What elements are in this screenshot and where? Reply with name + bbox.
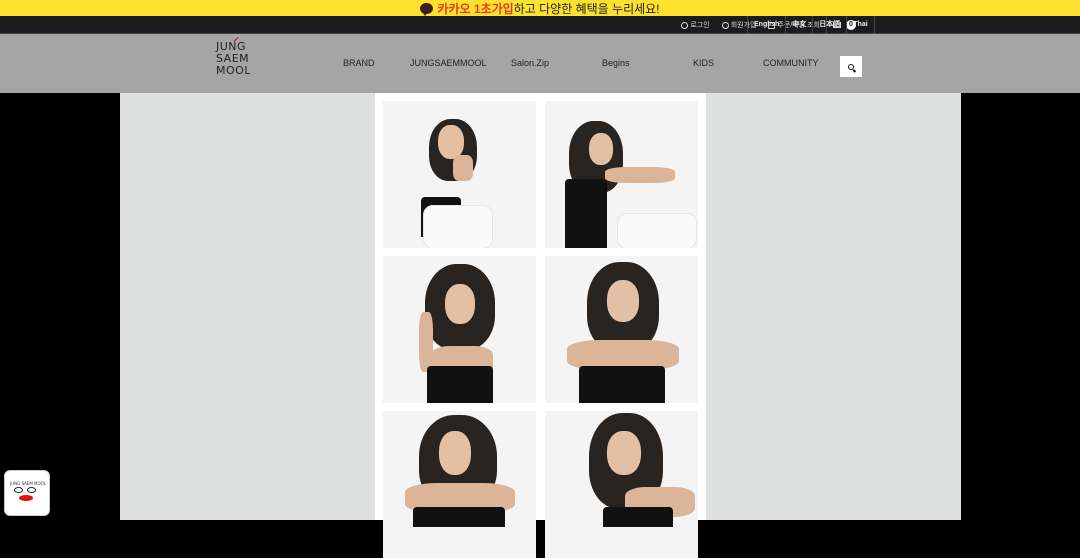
nav-salon-zip[interactable]: Salon.Zip bbox=[511, 58, 549, 68]
nav-jungsaemmool[interactable]: JUNGSAEMMOOL bbox=[410, 58, 487, 68]
power-icon bbox=[681, 21, 689, 29]
nav-begins[interactable]: Begins bbox=[602, 58, 630, 68]
gallery-photo[interactable] bbox=[383, 101, 536, 248]
kakao-chat-icon bbox=[420, 2, 434, 16]
lang-thai[interactable]: Thai bbox=[846, 16, 875, 34]
glasses-icon-right bbox=[27, 487, 36, 493]
logo-line-3: MOOL bbox=[216, 64, 251, 77]
nav-community[interactable]: COMMUNITY bbox=[763, 58, 819, 68]
search-icon bbox=[848, 63, 854, 70]
brand-logo[interactable]: JUNG SAEM MOOL bbox=[216, 37, 260, 85]
nav-kids[interactable]: KIDS bbox=[693, 58, 714, 68]
glasses-icon bbox=[14, 487, 23, 493]
nav-brand[interactable]: BRAND bbox=[343, 58, 375, 68]
badge-text: JUNG SAEM MOOL bbox=[9, 481, 47, 486]
promo-banner[interactable]: 카카오 1초가입 하고 다양한 혜택을 누리세요! bbox=[0, 0, 1080, 16]
lang-english[interactable]: English bbox=[747, 16, 785, 34]
lang-japanese[interactable]: 日本語 bbox=[812, 16, 846, 34]
search-button[interactable] bbox=[840, 56, 862, 77]
login-link[interactable]: 로그인 bbox=[675, 16, 715, 34]
gallery-photo[interactable] bbox=[545, 411, 698, 558]
promo-highlight: 카카오 1초가입 bbox=[437, 1, 514, 16]
lips-icon bbox=[19, 495, 33, 501]
user-plus-icon bbox=[721, 21, 729, 29]
gallery-photo[interactable] bbox=[383, 411, 536, 558]
lang-chinese[interactable]: 中文 bbox=[785, 16, 812, 34]
login-label: 로그인 bbox=[690, 22, 710, 29]
gallery-photo[interactable] bbox=[545, 256, 698, 403]
brand-chat-badge[interactable]: JUNG SAEM MOOL bbox=[4, 470, 50, 516]
utility-bar: 로그인 회원가입 주문/배송 조회 0 bbox=[0, 16, 1080, 34]
language-switcher: English 中文 日本語 Thai bbox=[747, 16, 875, 34]
gallery-photo[interactable] bbox=[545, 101, 698, 248]
promo-text: 하고 다양한 혜택을 누리세요! bbox=[513, 1, 660, 16]
gallery-photo[interactable] bbox=[383, 256, 536, 403]
